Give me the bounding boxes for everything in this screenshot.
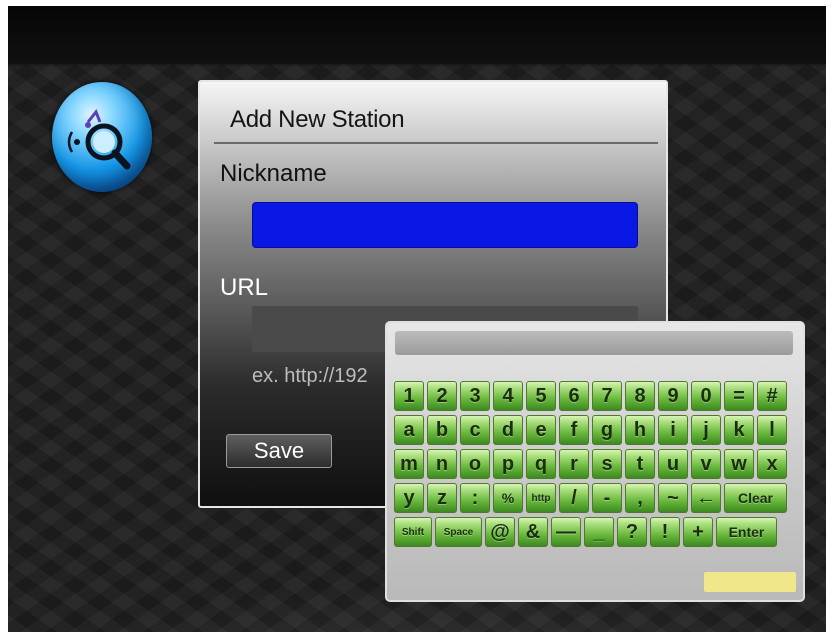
key-colon[interactable]: : [460, 483, 490, 513]
key-y[interactable]: y [394, 483, 424, 513]
key-percent[interactable]: % [493, 483, 523, 513]
key-row-4: y z : % http / - , ~ ← Clear [394, 483, 787, 513]
key-dash[interactable]: - [592, 483, 622, 513]
key-slash[interactable]: / [559, 483, 589, 513]
key-3[interactable]: 3 [460, 381, 490, 411]
key-ampersand[interactable]: & [518, 517, 548, 547]
key-k[interactable]: k [724, 415, 754, 445]
key-z[interactable]: z [427, 483, 457, 513]
key-w[interactable]: w [724, 449, 754, 479]
key-row-5: Shift Space @ & — _ ? ! + Enter [394, 517, 777, 547]
keyboard-display [395, 331, 793, 355]
key-d[interactable]: d [493, 415, 523, 445]
internet-radio-search-icon [52, 82, 152, 192]
key-question[interactable]: ? [617, 517, 647, 547]
key-b[interactable]: b [427, 415, 457, 445]
key-plus[interactable]: + [683, 517, 713, 547]
key-j[interactable]: j [691, 415, 721, 445]
key-p[interactable]: p [493, 449, 523, 479]
key-l[interactable]: l [757, 415, 787, 445]
url-example-hint: ex. http://192 [252, 365, 368, 387]
key-g[interactable]: g [592, 415, 622, 445]
key-1[interactable]: 1 [394, 381, 424, 411]
focus-highlight [704, 572, 796, 592]
key-equals[interactable]: = [724, 381, 754, 411]
key-row-2: a b c d e f g h i j k l [394, 415, 787, 445]
nickname-input[interactable] [252, 202, 638, 248]
key-tilde[interactable]: ~ [658, 483, 688, 513]
key-t[interactable]: t [625, 449, 655, 479]
key-exclamation[interactable]: ! [650, 517, 680, 547]
key-comma[interactable]: , [625, 483, 655, 513]
url-label: URL [220, 274, 269, 301]
key-o[interactable]: o [460, 449, 490, 479]
key-7[interactable]: 7 [592, 381, 622, 411]
key-h[interactable]: h [625, 415, 655, 445]
key-0[interactable]: 0 [691, 381, 721, 411]
key-m[interactable]: m [394, 449, 424, 479]
key-a[interactable]: a [394, 415, 424, 445]
key-backspace[interactable]: ← [691, 483, 721, 513]
top-bar [8, 6, 826, 64]
key-underscore[interactable]: _ [584, 517, 614, 547]
key-emdash[interactable]: — [551, 517, 581, 547]
key-q[interactable]: q [526, 449, 556, 479]
nickname-label: Nickname [220, 160, 327, 187]
key-5[interactable]: 5 [526, 381, 556, 411]
onscreen-keyboard: 1 2 3 4 5 6 7 8 9 0 = # a b c d e f g h … [385, 321, 805, 602]
key-clear[interactable]: Clear [724, 483, 787, 513]
key-u[interactable]: u [658, 449, 688, 479]
key-8[interactable]: 8 [625, 381, 655, 411]
key-shift[interactable]: Shift [394, 517, 432, 547]
key-r[interactable]: r [559, 449, 589, 479]
save-button[interactable]: Save [226, 434, 332, 468]
key-enter[interactable]: Enter [716, 517, 777, 547]
key-at[interactable]: @ [485, 517, 515, 547]
key-f[interactable]: f [559, 415, 589, 445]
key-6[interactable]: 6 [559, 381, 589, 411]
key-9[interactable]: 9 [658, 381, 688, 411]
key-hash[interactable]: # [757, 381, 787, 411]
key-2[interactable]: 2 [427, 381, 457, 411]
key-c[interactable]: c [460, 415, 490, 445]
tv-screen: Add New Station Nickname URL ex. http://… [8, 6, 826, 632]
dialog-title: Add New Station [230, 106, 405, 133]
key-http[interactable]: http [526, 483, 556, 513]
key-x[interactable]: x [757, 449, 787, 479]
key-space[interactable]: Space [435, 517, 482, 547]
key-v[interactable]: v [691, 449, 721, 479]
key-4[interactable]: 4 [493, 381, 523, 411]
key-e[interactable]: e [526, 415, 556, 445]
key-s[interactable]: s [592, 449, 622, 479]
key-n[interactable]: n [427, 449, 457, 479]
key-row-1: 1 2 3 4 5 6 7 8 9 0 = # [394, 381, 787, 411]
key-row-3: m n o p q r s t u v w x [394, 449, 787, 479]
title-divider [214, 142, 658, 144]
key-i[interactable]: i [658, 415, 688, 445]
